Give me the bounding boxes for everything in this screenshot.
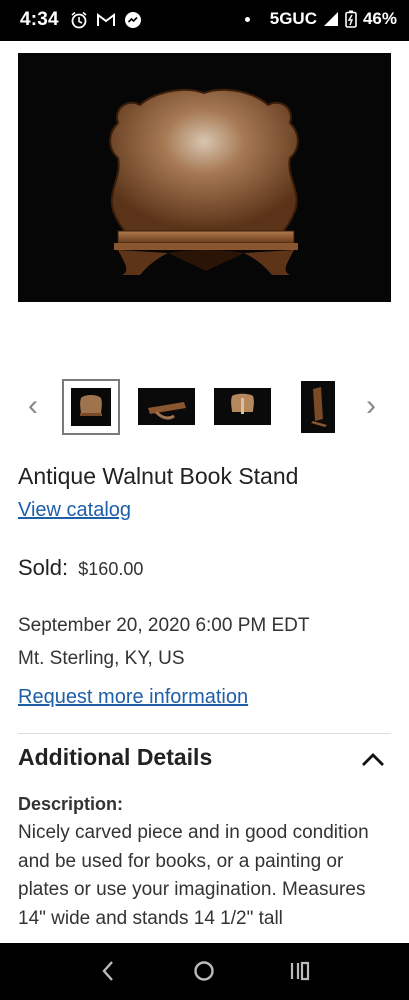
network-label: 5GUC: [269, 9, 317, 28]
recents-icon[interactable]: [288, 958, 312, 984]
thumbnail-strip: ‹ ›: [0, 375, 409, 437]
divider: [18, 733, 391, 734]
battery-icon: [345, 10, 357, 28]
chevron-right-icon[interactable]: ›: [366, 391, 376, 421]
thumbnail-1[interactable]: [62, 379, 120, 435]
book-stand-photo: [18, 53, 391, 302]
sold-label: Sold:: [18, 555, 69, 580]
chevron-left-icon[interactable]: ‹: [28, 391, 38, 421]
chevron-up-icon[interactable]: [360, 750, 386, 768]
gmail-icon: [97, 13, 115, 26]
item-title: Antique Walnut Book Stand: [18, 463, 299, 489]
battery-percent: 46%: [362, 9, 397, 28]
thumbnail-4[interactable]: [301, 381, 335, 433]
thumbnail-3[interactable]: [214, 388, 271, 425]
alarm-icon: [71, 11, 87, 29]
sold-price-row: Sold: $160.00: [18, 555, 143, 581]
auction-date: September 20, 2020 6:00 PM EDT: [18, 615, 310, 636]
view-catalog-link[interactable]: View catalog: [18, 499, 131, 522]
signal-icon: [323, 12, 338, 26]
description-label: Description:: [18, 794, 124, 814]
thumbnail-2[interactable]: [138, 388, 195, 425]
messenger-icon: [125, 12, 141, 28]
back-icon[interactable]: [98, 958, 118, 984]
additional-details-heading[interactable]: Additional Details: [18, 744, 212, 771]
auction-location: Mt. Sterling, KY, US: [18, 648, 185, 669]
request-info-link[interactable]: Request more information: [18, 686, 248, 709]
navigation-bar: [0, 943, 409, 1000]
status-bar: 4:34 5GUC 46%: [0, 0, 409, 41]
main-image[interactable]: [18, 53, 391, 302]
home-icon[interactable]: [192, 958, 216, 984]
description-text: Nicely carved piece and in good conditio…: [18, 822, 369, 929]
status-time: 4:34: [20, 9, 59, 30]
notification-dot: [244, 16, 250, 22]
sold-price: $160.00: [78, 559, 144, 579]
